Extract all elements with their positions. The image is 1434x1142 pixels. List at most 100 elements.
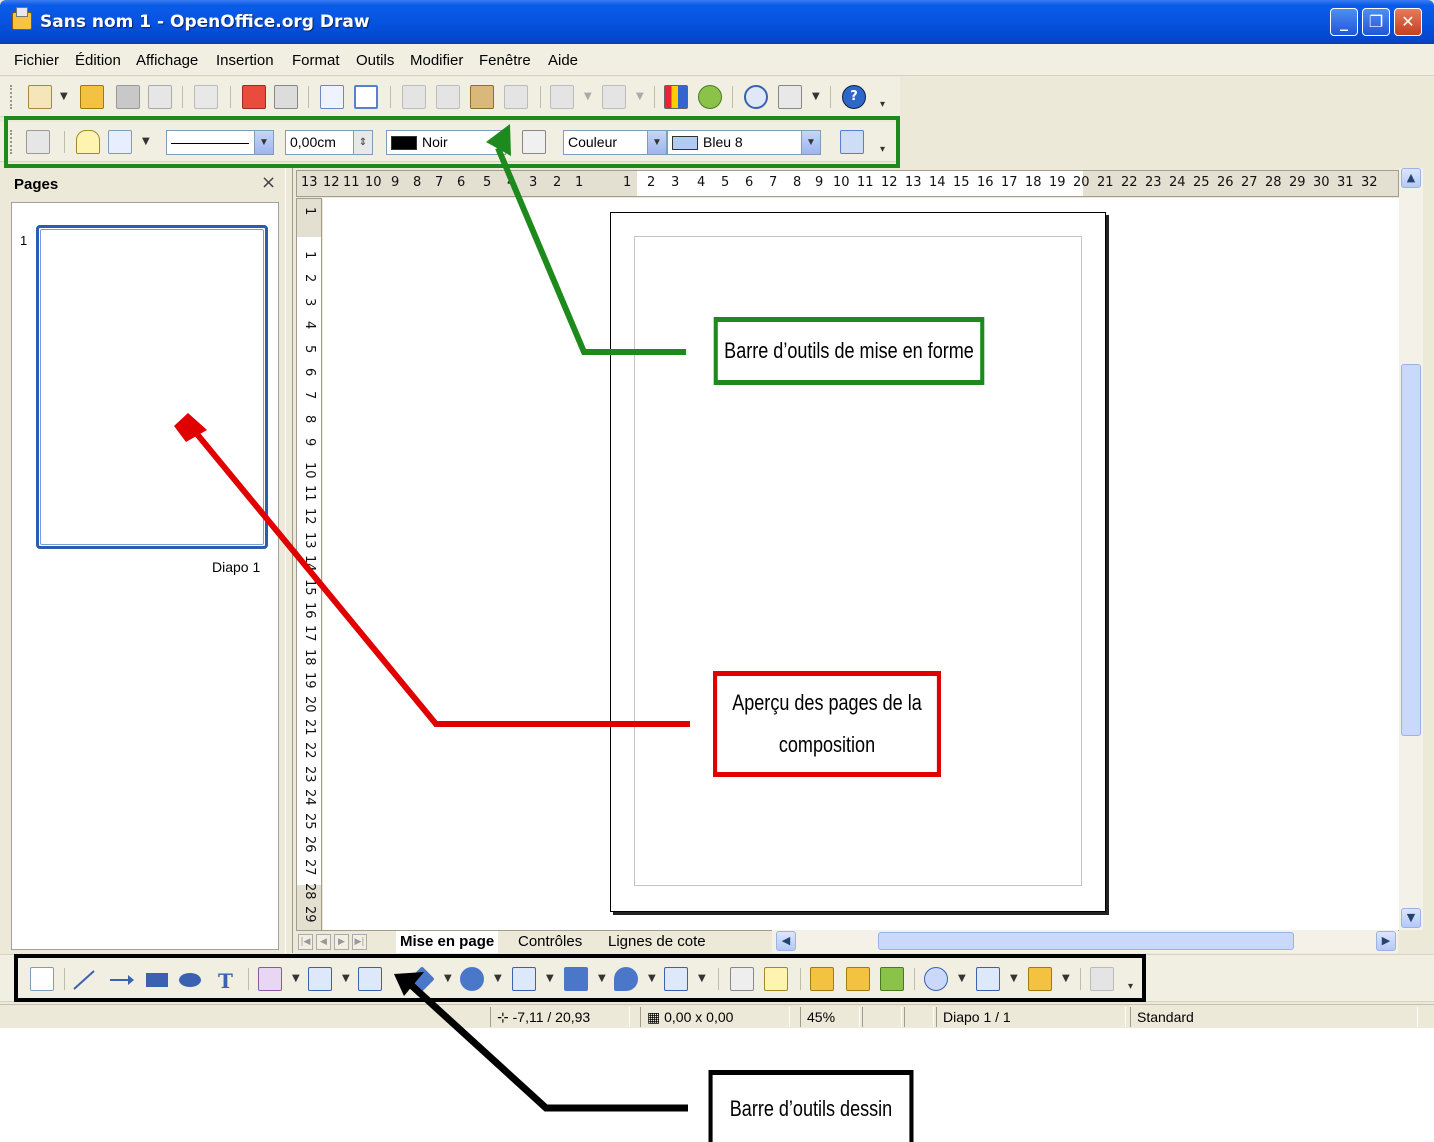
ruler-tick-label: 5 — [302, 344, 317, 353]
tab-controles[interactable]: Contrôles — [514, 931, 586, 953]
paste-icon[interactable] — [470, 85, 494, 109]
ruler-tick-label: 26 — [302, 836, 317, 853]
tab-mise-en-page[interactable]: Mise en page — [396, 931, 499, 953]
drawing-canvas[interactable] — [323, 198, 1399, 930]
cut-icon[interactable] — [402, 85, 426, 109]
ruler-tick-label: 27 — [302, 859, 317, 876]
close-button[interactable]: ✕ — [1394, 8, 1422, 36]
ruler-tick-label: 9 — [391, 175, 400, 190]
ruler-tick-label: 8 — [302, 414, 317, 424]
page-thumbnail[interactable] — [36, 225, 268, 549]
ruler-tick-label: 22 — [1121, 175, 1138, 190]
size-icon: ▦ — [647, 1009, 665, 1025]
last-tab-icon[interactable]: ▶| — [352, 934, 367, 950]
page-number: 1 — [20, 233, 28, 248]
horizontal-scrollbar[interactable]: ◀ ▶ — [772, 930, 1398, 953]
ruler-tick-label: 23 — [1145, 175, 1162, 190]
separator — [830, 86, 831, 108]
chevron-down-icon[interactable]: ▼ — [584, 91, 592, 102]
ruler-tick-label: 13 — [301, 175, 318, 190]
chart-icon[interactable] — [664, 85, 688, 109]
pages-list: 1 Diapo 1 — [11, 202, 279, 950]
ruler-tick-label: 3 — [671, 175, 680, 190]
menu-fenetre[interactable]: Fenêtre — [479, 52, 531, 69]
ruler-tick-label: 11 — [302, 485, 317, 502]
menu-modifier[interactable]: Modifier — [410, 52, 463, 69]
ruler-tick-label: 1 — [302, 207, 317, 216]
spellcheck-icon[interactable] — [320, 85, 344, 109]
ruler-tick-label: 20 — [1073, 175, 1090, 190]
panel-splitter[interactable] — [285, 168, 293, 953]
ruler-tick-label: 27 — [1241, 175, 1258, 190]
ruler-tick-label: 4 — [507, 175, 516, 190]
scroll-down-icon[interactable]: ▼ — [1401, 908, 1421, 928]
ruler-tick-label: 18 — [302, 648, 317, 666]
zoom-icon[interactable] — [778, 85, 802, 109]
ruler-tick-label: 21 — [1097, 175, 1114, 190]
chevron-down-icon[interactable]: ▼ — [60, 91, 68, 102]
ruler-tick-label: 7 — [435, 175, 444, 190]
undo-icon[interactable] — [550, 85, 574, 109]
new-document-icon[interactable] — [28, 85, 52, 109]
callout-pages-preview: Aperçu des pages de la composition — [713, 671, 941, 777]
ruler-tick-label: 13 — [905, 175, 922, 190]
ruler-tick-label: 11 — [857, 175, 874, 190]
print-icon[interactable] — [274, 85, 298, 109]
ruler-tick-label: 16 — [977, 175, 994, 190]
horizontal-ruler[interactable]: 13 12 11 10 9 8 7 6 5 4 3 2 1 1 2 3 4 5 6 7 8 9 10 11 12 13 14 15 16… — [296, 170, 1399, 197]
navigator-icon[interactable] — [744, 85, 768, 109]
chevron-down-icon[interactable]: ▼ — [636, 91, 644, 102]
ruler-tick-label: 16 — [302, 602, 317, 619]
scroll-left-icon[interactable]: ◀ — [776, 931, 796, 951]
callout-format-toolbar: Barre d’outils de mise en forme — [713, 317, 985, 385]
autospellcheck-icon[interactable] — [354, 85, 378, 109]
menu-affichage[interactable]: Affichage — [136, 52, 198, 69]
restore-button[interactable]: ❐ — [1362, 8, 1390, 36]
vertical-ruler[interactable]: 1 1 2 3 4 5 6 7 8 9 10 11 12 13 14 15 16 17 18 19 20 21 22 23 24… — [296, 198, 322, 933]
scroll-right-icon[interactable]: ▶ — [1376, 931, 1396, 951]
ruler-tick-label: 19 — [302, 672, 317, 689]
ruler-tick-label: 3 — [529, 175, 538, 190]
edit-file-icon[interactable] — [194, 85, 218, 109]
menu-format[interactable]: Format — [292, 52, 340, 69]
next-tab-icon[interactable]: ▶ — [334, 934, 349, 950]
status-zoom[interactable]: 45% — [800, 1007, 860, 1027]
format-paintbrush-icon[interactable] — [504, 85, 528, 109]
open-folder-icon[interactable] — [80, 85, 104, 109]
vertical-scrollbar[interactable]: ▲ ▼ — [1399, 168, 1423, 930]
menu-edition[interactable]: Édition — [75, 52, 121, 69]
menu-outils[interactable]: Outils — [356, 52, 394, 69]
menu-fichier[interactable]: Fichier — [14, 52, 59, 69]
ruler-tick-label: 12 — [881, 175, 898, 190]
export-pdf-icon[interactable] — [242, 85, 266, 109]
ruler-tick-label: 17 — [1001, 175, 1018, 190]
tab-lignes-de-cote[interactable]: Lignes de cote — [604, 931, 710, 953]
toolbar-overflow-icon[interactable]: ▾ — [880, 99, 885, 110]
close-icon[interactable]: × — [261, 172, 276, 193]
ruler-tick-label: 5 — [483, 175, 492, 190]
separator — [540, 86, 541, 108]
ruler-tick-label: 10 — [365, 175, 382, 190]
copy-icon[interactable] — [436, 85, 460, 109]
save-icon[interactable] — [116, 85, 140, 109]
menu-insertion[interactable]: Insertion — [216, 52, 274, 69]
format-toolbar-highlight — [4, 116, 900, 168]
chevron-down-icon[interactable]: ▼ — [812, 91, 820, 102]
ruler-tick-label: 10 — [833, 175, 850, 190]
toolbar-grip[interactable] — [10, 85, 13, 109]
ruler-tick-label: 1 — [575, 175, 584, 190]
help-icon[interactable]: ? — [842, 85, 866, 109]
gallery-icon[interactable] — [698, 85, 722, 109]
menu-aide[interactable]: Aide — [548, 52, 578, 69]
redo-icon[interactable] — [602, 85, 626, 109]
scroll-up-icon[interactable]: ▲ — [1401, 168, 1421, 188]
vertical-scroll-thumb[interactable] — [1401, 364, 1421, 736]
horizontal-scroll-thumb[interactable] — [878, 932, 1294, 950]
ruler-tick-label: 29 — [1289, 175, 1306, 190]
callout-drawing-toolbar: Barre d’outils dessin — [708, 1070, 914, 1142]
prev-tab-icon[interactable]: ◀ — [316, 934, 331, 950]
email-icon[interactable] — [148, 85, 172, 109]
first-tab-icon[interactable]: |◀ — [298, 934, 313, 950]
minimize-button[interactable]: _ — [1330, 8, 1358, 36]
pages-panel-title: Pages — [14, 176, 59, 193]
